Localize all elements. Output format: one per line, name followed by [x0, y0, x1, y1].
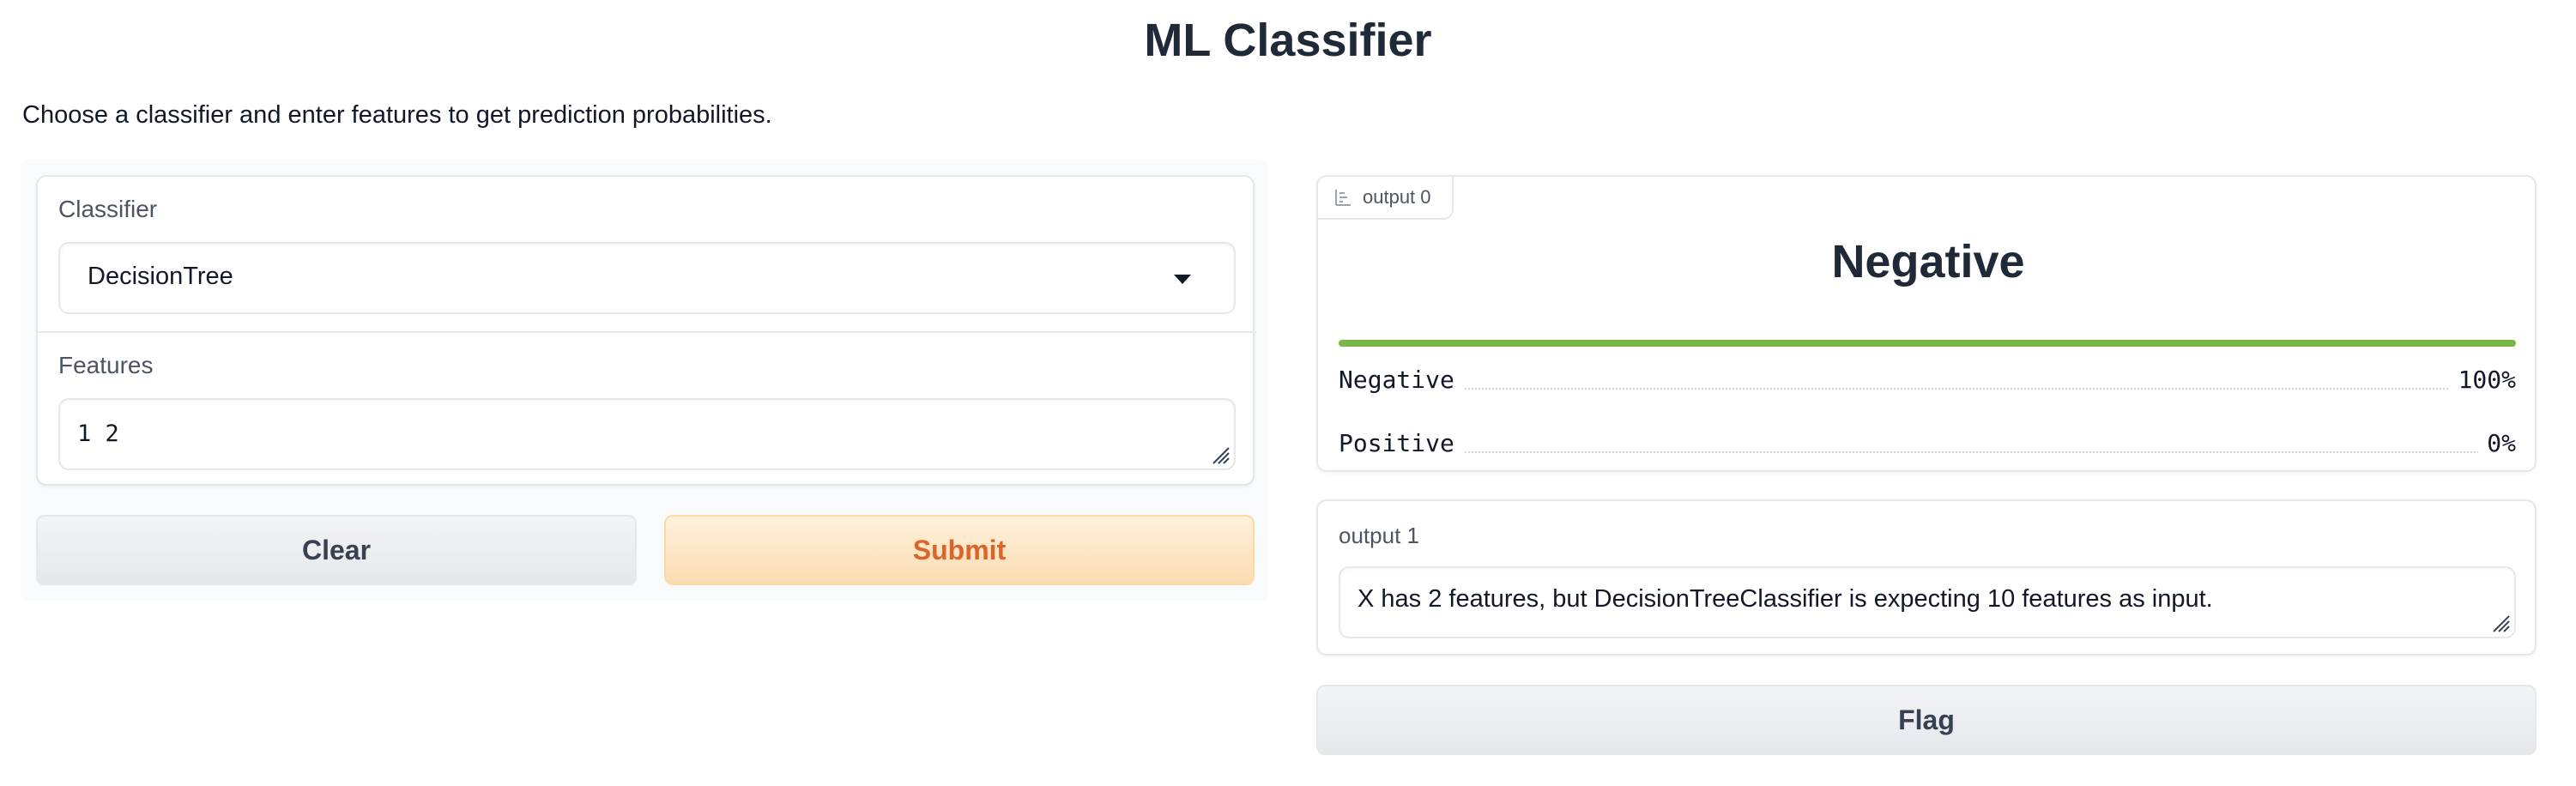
predicted-label: Negative: [1831, 236, 2025, 287]
caret-down-icon: [1174, 275, 1191, 284]
text-output-card: output 1 X has 2 features, but DecisionT…: [1316, 499, 2537, 656]
page-description: Choose a classifier and enter features t…: [22, 101, 772, 129]
confidence-bar-fill: [1339, 340, 2516, 347]
confidence-percent: 0%: [2478, 429, 2516, 457]
leader-dots: [1339, 451, 2516, 453]
confidence-percent: 100%: [2449, 366, 2516, 394]
submit-button[interactable]: Submit: [664, 515, 1255, 585]
features-input-value: 1 2: [77, 420, 119, 447]
output-1-textbox[interactable]: X has 2 features, but DecisionTreeClassi…: [1339, 566, 2516, 638]
leader-dots: [1339, 388, 2516, 390]
clear-button[interactable]: Clear: [36, 515, 637, 585]
label-output-card: output 0 Negative Negative 100% Positive…: [1316, 175, 2537, 472]
features-input[interactable]: 1 2: [58, 398, 1236, 470]
input-column: Classifier DecisionTree Features 1 2 Cle…: [21, 160, 1268, 601]
confidence-label: Negative: [1339, 366, 1463, 394]
output-0-tab: output 0: [1316, 175, 1454, 220]
bar-chart-icon: [1335, 190, 1351, 206]
resize-handle-icon[interactable]: [2490, 613, 2511, 633]
flag-button[interactable]: Flag: [1316, 685, 2537, 755]
confidence-bar: [1339, 340, 2516, 347]
divider: [38, 331, 1256, 333]
classifier-dropdown[interactable]: DecisionTree: [58, 242, 1236, 314]
input-card: Classifier DecisionTree Features 1 2: [36, 175, 1256, 486]
confidence-row-positive: Positive 0%: [1339, 429, 2516, 463]
confidence-label: Positive: [1339, 429, 1463, 457]
confidence-row-negative: Negative 100%: [1339, 366, 2516, 400]
output-0-tab-label: output 0: [1363, 186, 1431, 208]
output-1-label: output 1: [1339, 523, 1419, 548]
resize-handle-icon[interactable]: [1210, 444, 1231, 465]
classifier-selected-value: DecisionTree: [88, 263, 233, 290]
classifier-label: Classifier: [58, 196, 158, 222]
output-1-value: X has 2 features, but DecisionTreeClassi…: [1358, 585, 2213, 613]
page-title: ML Classifier: [1144, 15, 1432, 66]
features-label: Features: [58, 352, 154, 378]
